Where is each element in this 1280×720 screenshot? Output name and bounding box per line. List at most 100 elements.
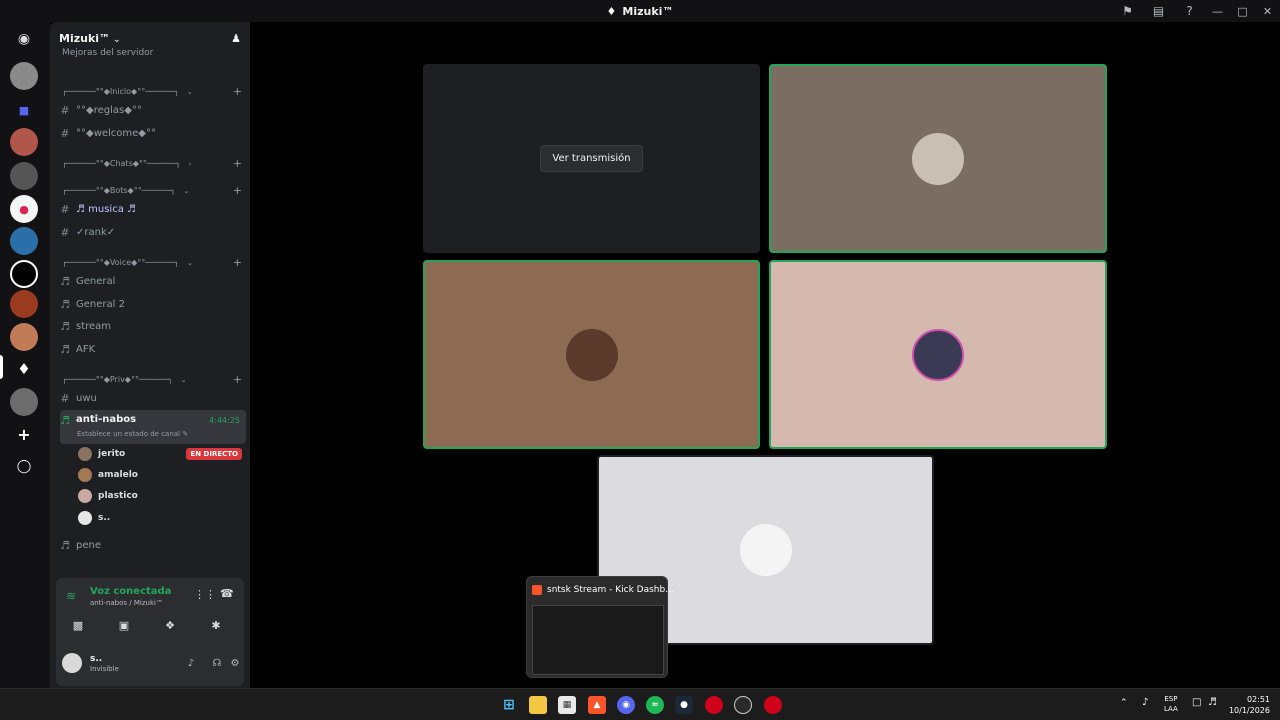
server-icon[interactable] [10, 260, 38, 288]
voice-member[interactable]: s.. [78, 509, 242, 527]
inbox-flag-icon[interactable]: ⚑ [1112, 0, 1143, 22]
add-channel-icon[interactable]: + [233, 184, 242, 197]
store-icon[interactable]: ▦ [558, 696, 576, 714]
avatar [565, 328, 618, 381]
voice-member[interactable]: amalelo [78, 466, 242, 484]
voice-channel-pene[interactable]: ♬ pene [60, 535, 246, 555]
network-icon[interactable]: □ [1192, 697, 1201, 708]
taskbar-thumbnail[interactable]: sntsk Stream - Kick Dashb... [526, 576, 674, 678]
add-member-icon[interactable]: ♟ [231, 32, 241, 45]
thumbnail-preview[interactable] [532, 605, 664, 675]
category-inicio[interactable]: ┌──────°°◆Inicio◆°°──────┐ ⌄ + [62, 85, 242, 98]
voice-channel-anti-nabos[interactable]: ♬ anti-nabos 4:44:25 Establece un estado… [60, 410, 246, 444]
brave-browser-icon[interactable]: ▲ [588, 696, 606, 714]
activities-button[interactable]: ❖ [150, 616, 190, 634]
channel-sidebar: Mizuki™ ⌄ ♟ Mejoras del servidor ┌──────°… [50, 22, 250, 688]
soundboard-button[interactable]: ✱ [196, 616, 236, 634]
server-icon[interactable]: ● [10, 195, 38, 223]
server-rail: ◉ ■ ● ♦ + ◯ [0, 22, 50, 688]
channel-reglas[interactable]: # °°◆reglas◆°° [60, 100, 246, 120]
channel-uwu[interactable]: # uwu [60, 388, 246, 408]
server-name: Mizuki™ [59, 31, 111, 45]
participant-tile[interactable] [423, 260, 760, 449]
server-icon[interactable] [10, 128, 38, 156]
server-icon[interactable] [10, 62, 38, 90]
app-icon[interactable] [705, 696, 723, 714]
voice-channel-afk[interactable]: ♬ AFK [60, 339, 246, 359]
window-title: ♦ Mizuki™ [606, 4, 674, 18]
server-icon[interactable] [10, 162, 38, 190]
maximize-button[interactable]: □ [1230, 0, 1255, 22]
windows-start-icon[interactable]: ⊞ [500, 696, 518, 714]
app-icon[interactable] [734, 696, 752, 714]
spotify-icon[interactable]: ≈ [646, 696, 664, 714]
server-icon[interactable] [10, 290, 38, 318]
discover-icon[interactable]: ◯ [10, 452, 38, 480]
category-chats[interactable]: ┌──────°°◆Chats◆°°──────┐ › + [62, 157, 242, 170]
channel-welcome[interactable]: # °°◆welcome◆°° [60, 123, 246, 143]
screen-share-icon: ▣ [118, 618, 130, 632]
microphone-icon[interactable]: ♪ [1142, 697, 1148, 708]
app-icon[interactable] [764, 696, 782, 714]
chevron-up-icon[interactable]: ⌃ [1120, 698, 1128, 708]
channel-status-prompt[interactable]: Establece un estado de canal ✎ [77, 430, 188, 438]
discord-home-icon[interactable]: ◉ [10, 25, 38, 53]
channel-musica[interactable]: # ♬ musica ♬ [60, 199, 246, 219]
close-button[interactable]: ✕ [1255, 0, 1280, 22]
inbox-icon[interactable]: ▤ [1143, 0, 1174, 22]
add-channel-icon[interactable]: + [233, 373, 242, 386]
screen-share-button[interactable]: ▣ [104, 616, 144, 634]
user-panel: s.. Invisible ♪ ☊ ⚙ [56, 646, 244, 682]
chevron-down-icon: ⌄ [113, 34, 121, 45]
avatar[interactable] [62, 653, 82, 673]
volume-icon[interactable]: ♬ [1208, 697, 1217, 708]
voice-member[interactable]: plastico [78, 487, 242, 505]
username[interactable]: s.. [90, 654, 102, 664]
noise-suppression-icon[interactable]: ⋮⋮ [194, 588, 216, 601]
voice-channel-general-2[interactable]: ♬ General 2 [60, 294, 246, 314]
user-status: Invisible [90, 665, 119, 673]
file-explorer-icon[interactable] [529, 696, 547, 714]
add-channel-icon[interactable]: + [233, 157, 242, 170]
speaker-icon: ♬ [60, 319, 70, 333]
headphones-icon[interactable]: ☊ [208, 654, 226, 672]
server-boost-item[interactable]: Mejoras del servidor [62, 48, 153, 58]
voice-location[interactable]: anti-nabos / Mizuki™ [90, 599, 163, 607]
server-icon[interactable] [10, 388, 38, 416]
chevron-down-icon: ⌄ [183, 186, 190, 195]
watch-stream-button[interactable]: Ver transmisión [540, 145, 643, 172]
avatar [912, 328, 964, 381]
speaker-lock-icon: ♬ [60, 538, 70, 552]
signal-icon[interactable]: ≋ [66, 589, 76, 603]
participant-tile[interactable] [769, 64, 1107, 253]
microphone-icon[interactable]: ♪ [182, 654, 200, 672]
add-server-icon[interactable]: + [10, 420, 38, 448]
voice-channel-stream[interactable]: ♬ stream [60, 316, 246, 336]
stream-tile[interactable]: Ver transmisión [423, 64, 760, 253]
clock[interactable]: 02:51 10/1/2026 [1229, 694, 1270, 716]
minimize-button[interactable]: — [1205, 0, 1230, 22]
voice-channel-general[interactable]: ♬ General [60, 271, 246, 291]
voice-member[interactable]: jerito EN DIRECTO [78, 445, 242, 463]
category-priv[interactable]: ┌──────°°◆Priv◆°°──────┐ ⌄ + [62, 373, 242, 386]
participant-tile[interactable] [769, 260, 1107, 449]
steam-icon[interactable]: ● [675, 696, 693, 714]
mizuki-server-icon[interactable]: ♦ [10, 355, 38, 383]
add-channel-icon[interactable]: + [233, 85, 242, 98]
channel-rank[interactable]: # ✓rank✓ [60, 222, 246, 242]
add-channel-icon[interactable]: + [233, 256, 242, 269]
language-indicator[interactable]: ESP LAA [1164, 694, 1178, 714]
category-bots[interactable]: ┌──────°°◆Bots◆°°──────┐ ⌄ + [62, 184, 242, 197]
help-icon[interactable]: ? [1174, 0, 1205, 22]
camera-off-button[interactable]: ▩ [58, 616, 98, 634]
avatar [78, 447, 92, 461]
server-icon[interactable] [10, 323, 38, 351]
server-icon[interactable] [10, 227, 38, 255]
discord-icon[interactable]: ◉ [617, 696, 635, 714]
voice-status[interactable]: Voz conectada [90, 586, 171, 597]
settings-gear-icon[interactable]: ⚙ [226, 654, 244, 672]
disconnect-icon[interactable]: ☎ [220, 587, 234, 600]
avatar [912, 132, 964, 185]
category-voice[interactable]: ┌──────°°◆Voice◆°°──────┐ ⌄ + [62, 256, 242, 269]
folder-icon[interactable]: ■ [10, 96, 38, 124]
